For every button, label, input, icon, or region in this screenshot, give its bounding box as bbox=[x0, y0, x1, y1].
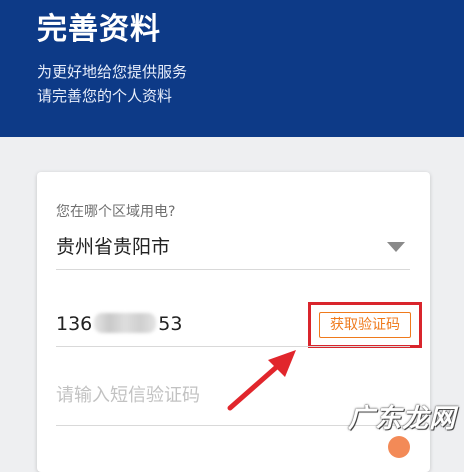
get-verification-code-button[interactable]: 获取验证码 bbox=[319, 312, 411, 338]
page-title: 完善资料 bbox=[37, 12, 161, 47]
phone-masked-digits bbox=[94, 313, 157, 333]
region-select-value[interactable]: 贵州省贵阳市 bbox=[56, 233, 170, 261]
phone-suffix: 53 bbox=[158, 313, 183, 335]
header-subtitle-line2: 请完善您的个人资料 bbox=[37, 87, 173, 105]
region-underline bbox=[56, 269, 410, 270]
corner-decoration bbox=[388, 436, 410, 458]
header-subtitle-line1: 为更好地给您提供服务 bbox=[37, 63, 188, 81]
phone-underline bbox=[56, 346, 410, 347]
triangle-down-icon[interactable] bbox=[385, 240, 407, 254]
phone-number-field[interactable]: 136 53 bbox=[56, 310, 182, 338]
page-header: 完善资料 为更好地给您提供服务 请完善您的个人资料 bbox=[0, 0, 464, 137]
phone-prefix: 136 bbox=[56, 313, 93, 335]
region-question-label: 您在哪个区域用电? bbox=[56, 204, 176, 220]
watermark-text: 广东龙网 bbox=[348, 404, 457, 434]
code-button-highlight-box: 获取验证码 bbox=[308, 302, 422, 348]
sms-code-input[interactable] bbox=[56, 379, 296, 411]
